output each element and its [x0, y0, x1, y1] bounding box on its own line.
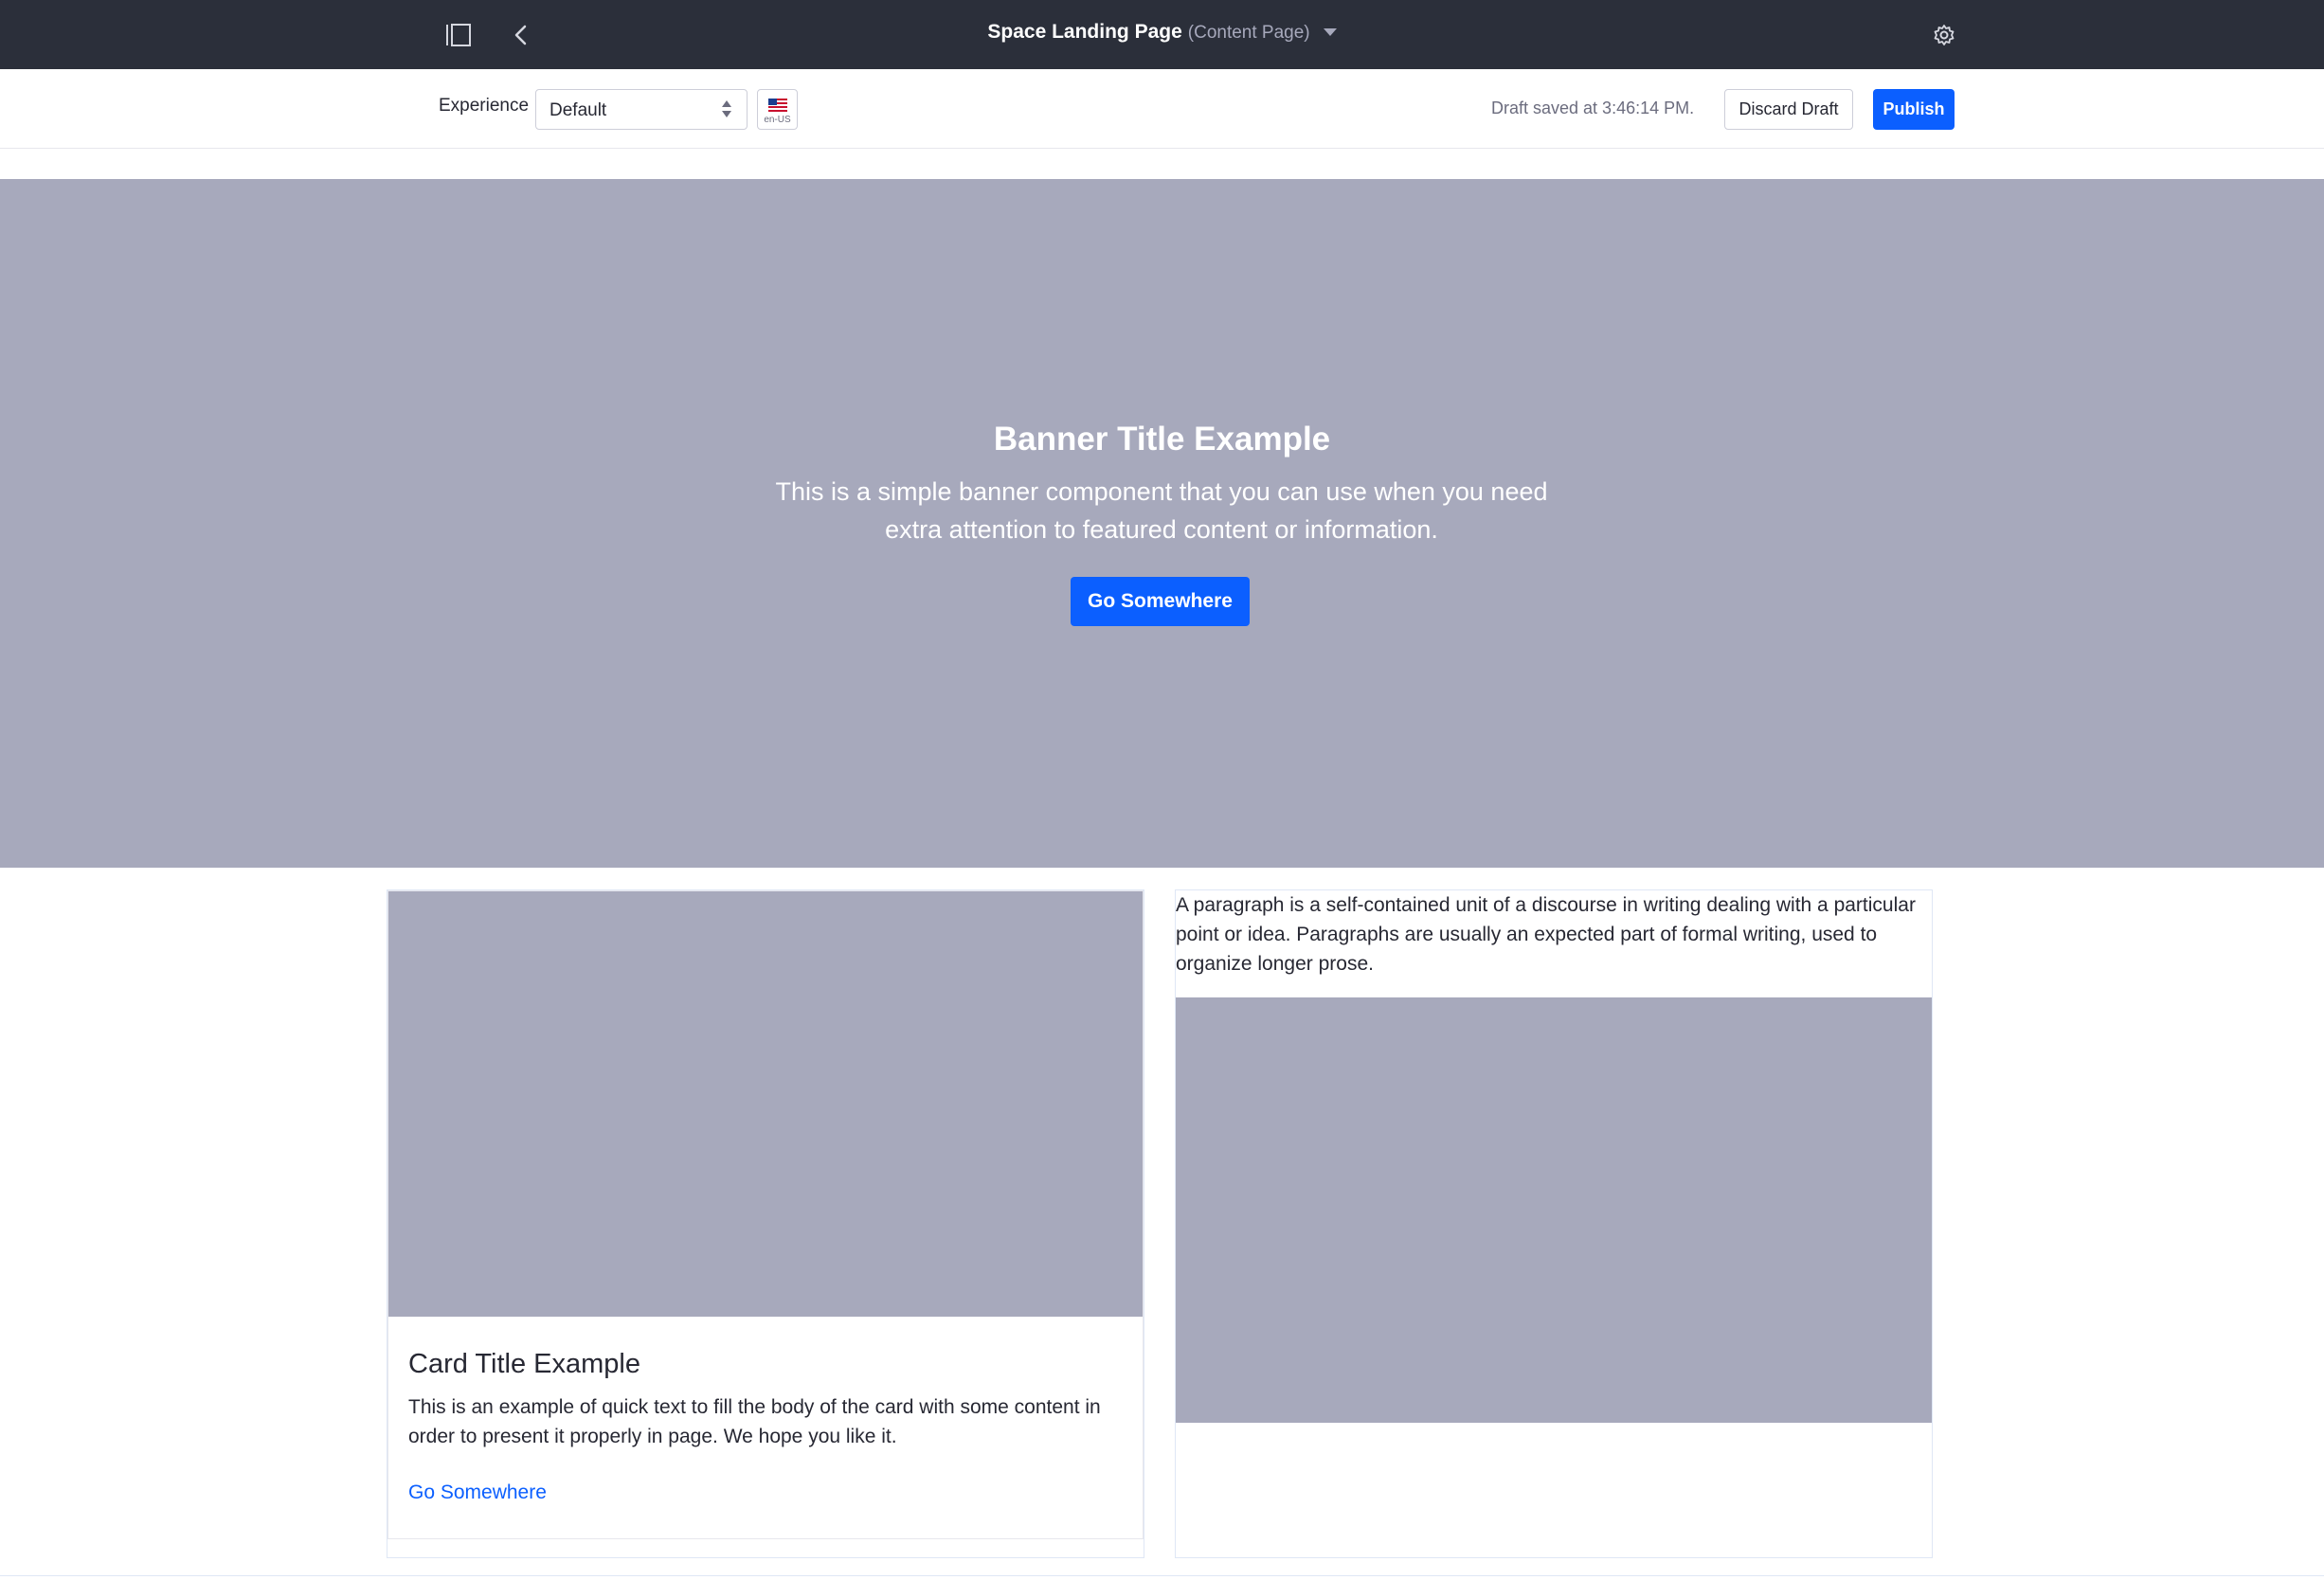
- select-arrows-icon: [722, 100, 731, 119]
- card-go-somewhere-link[interactable]: Go Somewhere: [408, 1481, 547, 1504]
- banner-fragment[interactable]: Banner Title Example This is a simple ba…: [0, 179, 2324, 868]
- locale-button[interactable]: en-US: [757, 89, 798, 130]
- gear-icon[interactable]: [1926, 17, 1962, 53]
- banner-text: This is a simple banner component that y…: [775, 477, 1548, 544]
- editor-toolbar: Experience Default en-US Draft saved at …: [0, 69, 2324, 149]
- discard-draft-button[interactable]: Discard Draft: [1724, 89, 1853, 130]
- draft-status: Draft saved at 3:46:14 PM.: [1491, 99, 1695, 117]
- card-column: Card Title Example This is an example of…: [387, 889, 1144, 1558]
- card-image-placeholder: [388, 891, 1143, 1317]
- paragraph-text: A paragraph is a self-contained unit of …: [1176, 894, 1916, 975]
- experience-select[interactable]: Default: [535, 89, 748, 130]
- locale-code: en-US: [764, 115, 791, 125]
- banner-title: Banner Title Example: [993, 421, 1331, 458]
- experience-label: Experience: [439, 96, 530, 116]
- top-bar: Space Landing Page (Content Page): [0, 0, 2324, 69]
- paragraph-column: A paragraph is a self-contained unit of …: [1175, 889, 1933, 1558]
- page-type: (Content Page): [1187, 23, 1310, 43]
- page-title: Space Landing Page: [987, 21, 1182, 43]
- card-fragment[interactable]: Card Title Example This is an example of…: [387, 890, 1144, 1539]
- us-flag-icon: [768, 99, 787, 112]
- image-placeholder: [1176, 997, 1932, 1423]
- card-title: Card Title Example: [408, 1349, 640, 1379]
- experience-select-value: Default: [549, 100, 607, 120]
- publish-button[interactable]: Publish: [1873, 89, 1955, 130]
- banner-go-somewhere-button[interactable]: Go Somewhere: [1071, 577, 1250, 626]
- card-text: This is an example of quick text to fill…: [408, 1396, 1101, 1447]
- divider: [0, 1575, 2324, 1576]
- caret-down-icon[interactable]: [1323, 28, 1337, 37]
- page-title-dropdown[interactable]: Space Landing Page (Content Page): [0, 21, 2324, 44]
